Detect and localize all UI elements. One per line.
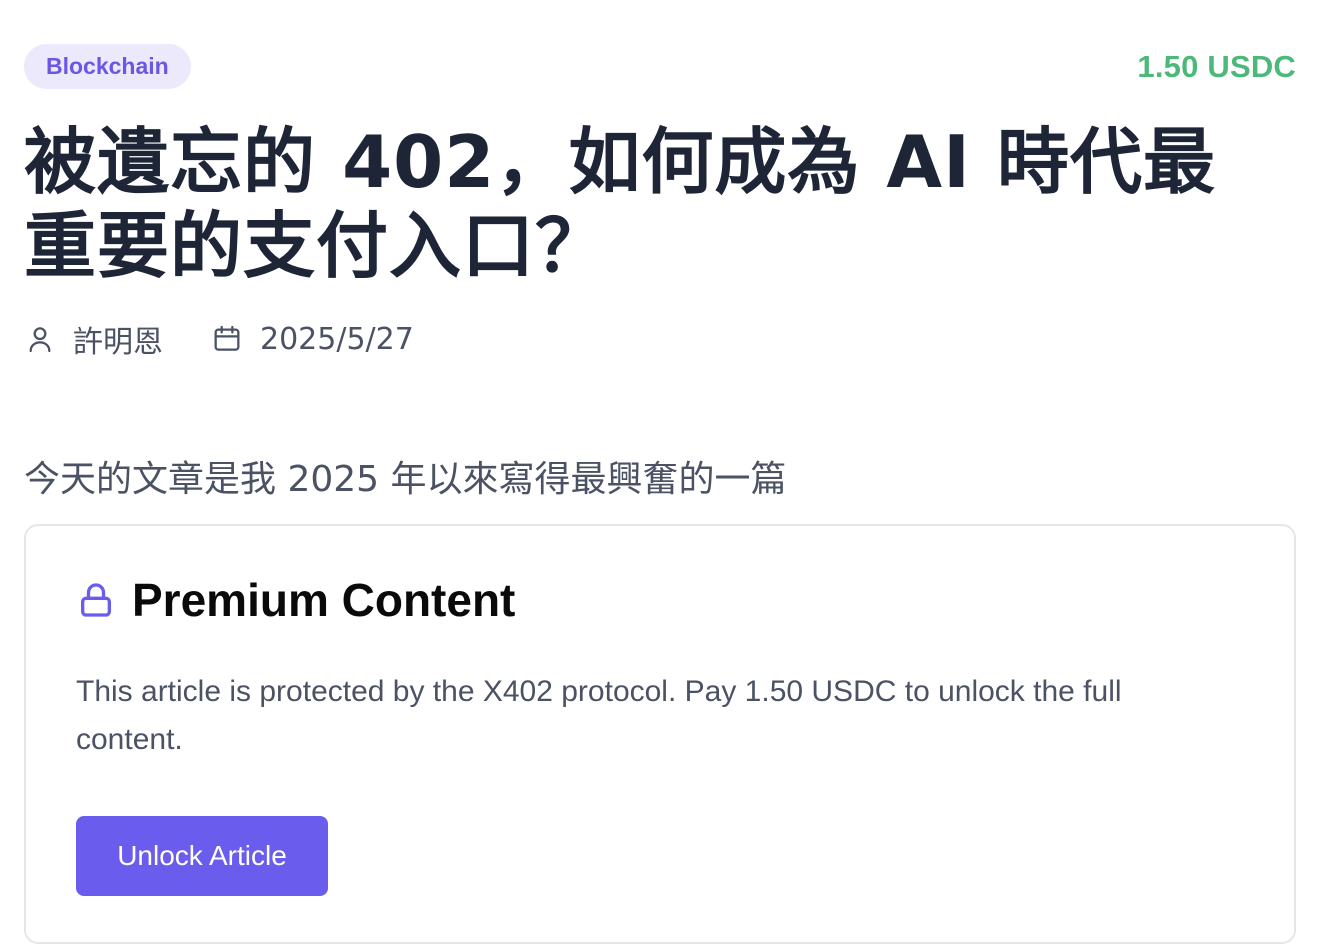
article-page: Blockchain 1.50 USDC 被遺忘的 402，如何成為 AI 時代… [24, 0, 1296, 952]
article-summary: 今天的文章是我 2025 年以來寫得最興奮的一篇 [24, 459, 787, 500]
premium-card-title: Premium Content [132, 574, 516, 626]
article-header-row: Blockchain 1.50 USDC [24, 44, 1296, 90]
author-name: 許明恩 [73, 325, 163, 360]
article-meta: 許明恩 2025/5/27 [24, 318, 414, 360]
premium-card-description: This article is protected by the X402 pr… [76, 675, 1122, 756]
lock-icon [76, 580, 116, 620]
premium-content-card: Premium Content This article is protecte… [24, 524, 1296, 944]
author-info: 許明恩 [24, 317, 163, 361]
article-price: 1.50 USDC [1137, 49, 1296, 84]
calendar-icon [211, 323, 243, 355]
unlock-article-button[interactable]: Unlock Article [76, 816, 328, 896]
article-title: 被遺忘的 402，如何成為 AI 時代最重要的支付入口？ [24, 120, 1217, 288]
premium-card-header: Premium Content [76, 574, 515, 626]
date-text: 2025/5/27 [260, 321, 414, 357]
category-badge[interactable]: Blockchain [24, 44, 191, 89]
user-icon [24, 323, 56, 355]
publish-date: 2025/5/27 [211, 322, 414, 357]
